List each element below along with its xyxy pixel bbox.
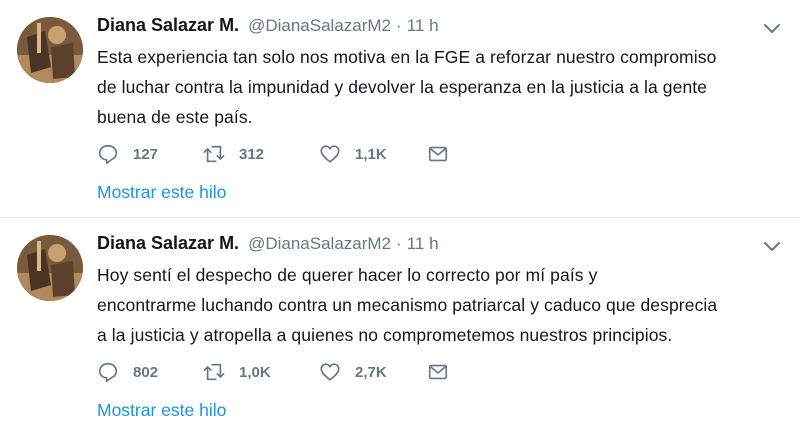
tweet-text-line: Hoy sentí el despecho de querer hacer lo…: [97, 265, 598, 285]
avatar-image: [17, 235, 83, 301]
retweet-button[interactable]: 312: [203, 143, 319, 165]
author-name[interactable]: Diana Salazar M.: [97, 233, 239, 253]
retweet-count: 1,0K: [239, 363, 271, 381]
like-count: 2,7K: [355, 363, 387, 381]
avatar[interactable]: [17, 17, 83, 83]
reply-count: 127: [133, 145, 159, 163]
like-button[interactable]: 2,7K: [319, 361, 427, 383]
author-handle[interactable]: @DianaSalazarM2: [248, 234, 391, 253]
tweet-actions: 127 312 1,1K: [97, 141, 463, 167]
envelope-icon: [428, 146, 448, 162]
retweet-icon: [203, 145, 225, 163]
message-button[interactable]: [427, 361, 463, 383]
tweet[interactable]: Diana Salazar M. @DianaSalazarM2 · 11 h …: [0, 0, 800, 218]
tweet-header: Diana Salazar M. @DianaSalazarM2 · 11 h: [97, 13, 439, 38]
show-thread-link[interactable]: Mostrar este hilo: [97, 182, 226, 203]
chevron-down-icon[interactable]: [762, 238, 782, 254]
tweet-text-line: encontrarme luchando contra un mecanismo…: [97, 295, 718, 315]
heart-icon: [320, 363, 340, 381]
reply-count: 802: [133, 363, 159, 381]
reply-button[interactable]: 802: [97, 361, 203, 383]
heart-icon: [320, 145, 340, 163]
tweet-text-line: Esta experiencia tan solo nos motiva en …: [97, 47, 717, 67]
chevron-down-icon[interactable]: [762, 20, 782, 36]
avatar-image: [17, 17, 83, 83]
show-thread-link[interactable]: Mostrar este hilo: [97, 400, 226, 421]
like-button[interactable]: 1,1K: [319, 143, 427, 165]
tweet-text-line: buena de este país.: [97, 107, 253, 127]
envelope-icon: [428, 364, 448, 380]
tweet-text-line: de luchar contra la impunidad y devolver…: [97, 77, 708, 97]
timestamp[interactable]: 11 h: [407, 16, 439, 35]
message-button[interactable]: [427, 143, 463, 165]
timestamp[interactable]: 11 h: [407, 234, 439, 253]
avatar[interactable]: [17, 235, 83, 301]
tweet[interactable]: Diana Salazar M. @DianaSalazarM2 · 11 h …: [0, 218, 800, 438]
retweet-icon: [203, 363, 225, 381]
tweet-text: Esta experiencia tan solo nos motiva en …: [97, 42, 787, 132]
like-count: 1,1K: [355, 145, 387, 163]
tweet-actions: 802 1,0K 2,7K: [97, 359, 463, 385]
tweet-text-line: a la justicia y atropella a quienes no c…: [97, 325, 673, 345]
separator: ·: [396, 16, 402, 35]
author-handle[interactable]: @DianaSalazarM2: [248, 16, 391, 35]
tweet-header: Diana Salazar M. @DianaSalazarM2 · 11 h: [97, 231, 439, 256]
reply-icon: [98, 144, 118, 164]
retweet-count: 312: [239, 145, 265, 163]
separator: ·: [396, 234, 402, 253]
author-name[interactable]: Diana Salazar M.: [97, 15, 239, 35]
retweet-button[interactable]: 1,0K: [203, 361, 319, 383]
tweet-text: Hoy sentí el despecho de querer hacer lo…: [97, 260, 787, 350]
reply-icon: [98, 362, 118, 382]
reply-button[interactable]: 127: [97, 143, 203, 165]
